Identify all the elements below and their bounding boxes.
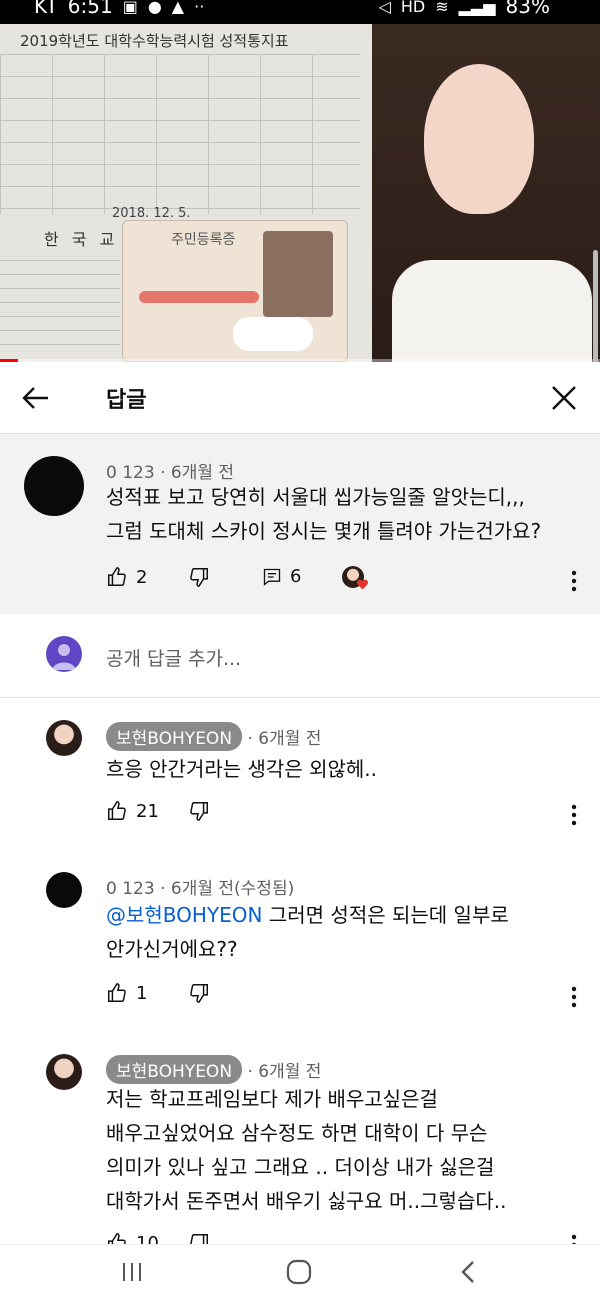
separator: ·: [160, 879, 171, 899]
battery-level: 83%: [505, 0, 550, 18]
comment-text-line: @보현BOHYEON 그러면 성적은 되는데 일부로: [106, 898, 509, 932]
more-options-icon[interactable]: [564, 566, 584, 596]
comment-time: 6개월 전: [258, 729, 322, 749]
comment-meta: 0 123 · 6개월 전(수정됨): [106, 874, 294, 899]
reply-count: 6: [290, 566, 302, 587]
comment-text: 성적표 보고 당연히 서울대 씹가능일줄 알앗는디,,, 그럼 도대체 스카이 …: [106, 480, 541, 548]
more-options-icon[interactable]: [564, 982, 584, 1012]
comment-text-line: 그럼 도대체 스카이 정시는 몇개 틀려야 가는건가요?: [106, 519, 542, 543]
comment-actions: 1: [106, 982, 600, 1012]
parent-comment: 0 123 · 6개월 전 성적표 보고 당연히 서울대 씹가능일줄 알앗는디,…: [0, 434, 600, 614]
gallery-icon: ▣: [122, 0, 138, 16]
comment-text-line: 대학가서 돈주면서 배우기 싫구요 머..그렇습다..: [106, 1189, 507, 1213]
back-arrow-icon[interactable]: [18, 380, 54, 416]
warning-icon: ▲: [171, 0, 185, 16]
clock: 6:51: [67, 0, 113, 18]
thumbs-down-icon: [190, 802, 208, 821]
id-card-title: 주민등록증: [171, 232, 236, 248]
speaker-shirt: [392, 260, 592, 362]
user-avatar: [46, 636, 82, 672]
like-button[interactable]: 21: [106, 800, 159, 822]
wifi-icon: ≋: [435, 0, 449, 16]
comment-author[interactable]: 0 123: [106, 879, 155, 899]
speaker-face: [424, 64, 534, 214]
creator-heart-badge: [342, 566, 369, 592]
page-title: 답글: [106, 388, 147, 413]
vibrate-icon: ◁: [378, 0, 391, 16]
video-speaker: [372, 24, 600, 362]
dislike-button[interactable]: [188, 566, 210, 588]
heart-icon: [356, 579, 369, 590]
video-document-scene: 2019학년도 대학수학능력시험 성적통지표 2018. 12. 5. 한 국 …: [0, 24, 372, 362]
dislike-button[interactable]: [188, 982, 210, 1004]
comment-text-fragment: 그러면 성적은 되는데 일부로: [268, 903, 509, 927]
close-icon[interactable]: [546, 380, 582, 416]
separator: ·: [247, 1062, 259, 1082]
comment-time: 6개월 전: [258, 1062, 322, 1082]
id-card-photo: [263, 231, 333, 317]
score-table: [0, 54, 360, 214]
separator: ·: [247, 729, 259, 749]
thumbs-down-icon: [190, 568, 208, 587]
like-button[interactable]: 2: [106, 566, 147, 588]
reply-count-button[interactable]: 6: [262, 566, 301, 587]
comment-text-line: 성적표 보고 당연히 서울대 씹가능일줄 알앗는디,,,: [106, 485, 525, 509]
more-options-icon[interactable]: [564, 800, 584, 830]
signal-icon: ▂▃▅: [458, 0, 496, 16]
creator-name-chip[interactable]: 보현BOHYEON: [106, 722, 243, 751]
comment-text-line: 흐응 안간거라는 생각은 외않헤..: [106, 757, 377, 781]
score-report-date: 2018. 12. 5.: [112, 206, 191, 221]
recent-apps-icon[interactable]: [120, 1261, 144, 1283]
replies-header: 답글: [0, 362, 600, 434]
comment-text-line: 배우고싶었어요 삼수정도 하면 대학이 다 무슨: [106, 1121, 488, 1145]
avatar[interactable]: [46, 1054, 82, 1090]
like-count: 21: [136, 800, 159, 822]
avatar[interactable]: [46, 872, 82, 908]
like-button[interactable]: 1: [106, 982, 147, 1004]
system-nav-bar: [0, 1244, 600, 1298]
comment-text: 저는 학교프레임보다 제가 배우고싶은걸 배우고싶었어요 삼수정도 하면 대학이…: [106, 1082, 506, 1218]
avatar[interactable]: [24, 456, 84, 516]
nav-back-icon[interactable]: [458, 1259, 478, 1285]
mention-link[interactable]: @보현BOHYEON: [106, 903, 263, 927]
score-report-notes: [0, 260, 120, 350]
like-count: 1: [136, 982, 148, 1004]
add-reply-row[interactable]: 공개 답글 추가...: [0, 614, 600, 698]
comment-actions: 2 6: [106, 566, 600, 596]
thumbs-down-icon: [190, 984, 208, 1003]
like-count: 2: [136, 566, 148, 588]
creator-name-chip[interactable]: 보현BOHYEON: [106, 1055, 243, 1084]
thumbs-up-icon: [108, 983, 126, 1002]
add-reply-input[interactable]: 공개 답글 추가...: [106, 644, 241, 671]
comment-text-line: 의미가 있나 싶고 그래요 .. 더이상 내가 싫은걸: [106, 1155, 495, 1179]
comment-text-line: 안가신거에요??: [106, 937, 238, 961]
comment-actions: 21: [106, 800, 600, 830]
status-bar: KT 6:51 ▣ ● ▲ ·· ◁ HD ≋ ▂▃▅ 83%: [0, 0, 600, 24]
kakaotalk-icon: ●: [147, 0, 162, 16]
id-card: 주민등록증: [122, 220, 348, 362]
id-redaction: [139, 291, 259, 303]
comment-time: 6개월 전(수정됨): [170, 879, 295, 899]
comment-meta: 보현BOHYEON · 6개월 전: [106, 722, 321, 751]
home-icon[interactable]: [286, 1259, 312, 1285]
comment-text: 흐응 안간거라는 생각은 외않헤..: [106, 752, 377, 786]
comment-meta: 보현BOHYEON · 6개월 전: [106, 1055, 321, 1084]
hd-voice-icon: HD: [400, 0, 426, 16]
id-blur-patch: [233, 317, 313, 351]
dislike-button[interactable]: [188, 800, 210, 822]
more-notifications-icon: ··: [194, 0, 205, 16]
avatar[interactable]: [46, 720, 82, 756]
comment-text: @보현BOHYEON 그러면 성적은 되는데 일부로 안가신거에요??: [106, 898, 509, 966]
comment-text-line: 저는 학교프레임보다 제가 배우고싶은걸: [106, 1087, 438, 1111]
carrier-label: KT: [34, 0, 58, 18]
thumbs-up-icon: [108, 801, 126, 820]
comment-icon: [263, 568, 281, 586]
score-report-title: 2019학년도 대학수학능력시험 성적통지표: [20, 32, 289, 50]
default-user-icon: [52, 644, 76, 670]
thumbs-up-icon: [108, 567, 126, 586]
video-player[interactable]: 2019학년도 대학수학능력시험 성적통지표 2018. 12. 5. 한 국 …: [0, 24, 600, 362]
